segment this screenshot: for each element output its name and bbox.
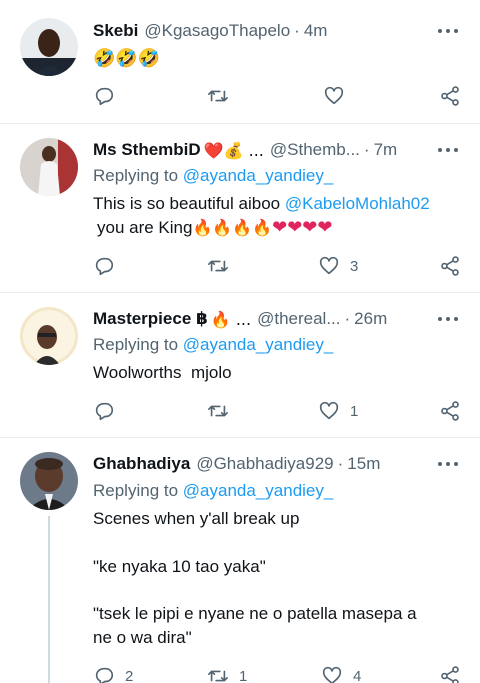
tweet-text-line: Scenes when y'all break up: [93, 509, 300, 528]
replying-to-link[interactable]: @ayanda_yandiey_: [183, 166, 334, 185]
more-icon[interactable]: [438, 23, 458, 39]
timestamp[interactable]: 15m: [347, 454, 380, 474]
tweet-text: you are King: [97, 218, 193, 237]
share-button[interactable]: [439, 400, 461, 422]
user-handle[interactable]: @Sthemb...: [270, 140, 360, 160]
reply-icon: [95, 402, 114, 421]
like-button[interactable]: [323, 85, 345, 107]
replying-to-link[interactable]: @ayanda_yandiey_: [183, 481, 334, 500]
share-button[interactable]: [439, 85, 461, 107]
name-emoji: ❤️💰 ...: [203, 140, 264, 160]
separator-dot: ·: [337, 454, 344, 473]
reply-button[interactable]: [93, 85, 115, 107]
replying-to-link[interactable]: @ayanda_yandiey_: [183, 335, 334, 354]
avatar[interactable]: [20, 138, 78, 196]
display-name[interactable]: Ms SthembiD: [93, 140, 201, 160]
reply-count: 2: [125, 667, 134, 683]
tweet-text-line: "ke nyaka 10 tao yaka": [93, 557, 266, 576]
replying-to: Replying to @ayanda_yandiey_: [93, 481, 333, 501]
like-button[interactable]: 3: [318, 255, 358, 277]
retweet-button[interactable]: [207, 255, 229, 277]
replying-label: Replying to: [93, 481, 179, 500]
tweet-text-line: This is so beautiful aiboo @KabeloMohlah…: [93, 192, 430, 216]
avatar[interactable]: [20, 307, 78, 365]
action-bar: 3: [93, 255, 465, 277]
retweet-button[interactable]: [207, 85, 229, 107]
tweet-text-line: ne o wa dira": [93, 628, 192, 647]
tweet-text-line: "tsek le pipi e nyane ne o patella masep…: [93, 604, 417, 623]
avatar[interactable]: [20, 18, 78, 76]
like-button[interactable]: 4: [321, 665, 361, 683]
tweet-text-line: you are King🔥🔥🔥🔥❤❤❤❤: [93, 216, 332, 240]
action-bar: 1: [93, 400, 465, 422]
like-icon: [322, 666, 342, 683]
reply-icon: [95, 257, 114, 276]
replying-to: Replying to @ayanda_yandiey_: [93, 166, 333, 186]
share-icon: [441, 256, 459, 276]
like-icon: [324, 86, 344, 105]
more-icon[interactable]: [438, 456, 458, 472]
reply-button[interactable]: 2: [93, 665, 133, 683]
retweet-button[interactable]: 1: [207, 665, 247, 683]
retweet-icon: [208, 670, 228, 682]
thread-line: [48, 516, 50, 683]
reply-button[interactable]: [93, 400, 115, 422]
like-count: 3: [350, 257, 359, 275]
like-count: 1: [350, 402, 359, 420]
reply-icon: [95, 667, 114, 683]
user-handle[interactable]: @Ghabhadiya929: [196, 454, 333, 474]
tweet-skebi[interactable]: Skebi @KgasagoThapelo · 4m 🤣🤣🤣: [0, 0, 480, 124]
share-button[interactable]: [439, 665, 461, 683]
replying-label: Replying to: [93, 166, 179, 185]
retweet-button[interactable]: [207, 400, 229, 422]
share-icon: [441, 666, 459, 683]
avatar[interactable]: [20, 452, 78, 510]
like-icon: [319, 401, 339, 420]
like-button[interactable]: 1: [318, 400, 358, 422]
separator-dot: ·: [363, 140, 370, 159]
tweet-ms-sthembid[interactable]: Ms SthembiD ❤️💰 ... @Sthemb... · 7m Repl…: [0, 124, 480, 293]
action-bar: [93, 85, 465, 107]
share-button[interactable]: [439, 255, 461, 277]
reply-button[interactable]: [93, 255, 115, 277]
tweet-text: 🤣🤣🤣: [93, 48, 161, 69]
timestamp[interactable]: 7m: [374, 140, 398, 160]
like-count: 4: [353, 667, 362, 683]
replying-to: Replying to @ayanda_yandiey_: [93, 335, 333, 355]
like-icon: [319, 256, 339, 275]
more-icon[interactable]: [438, 311, 458, 327]
tweet-text: Woolworths mjolo: [93, 363, 232, 382]
share-icon: [441, 401, 459, 421]
separator-dot: ·: [294, 21, 300, 40]
tweet-text: This is so beautiful aiboo: [93, 194, 281, 213]
retweet-count: 1: [239, 667, 248, 683]
more-icon[interactable]: [438, 142, 458, 158]
display-name[interactable]: Ghabhadiya: [93, 454, 190, 474]
retweet-icon: [208, 260, 228, 272]
name-emoji: 🔥 ...: [210, 309, 252, 329]
heart-emojis: ❤❤❤❤: [272, 217, 333, 238]
tweet-ghabhadiya[interactable]: Ghabhadiya @Ghabhadiya929 · 15m Replying…: [0, 438, 480, 683]
action-bar: 2 1 4: [93, 665, 465, 683]
display-name[interactable]: Masterpiece ฿: [93, 309, 208, 329]
retweet-icon: [208, 90, 228, 102]
user-handle[interactable]: @KgasagoThapelo: [144, 21, 290, 41]
replying-label: Replying to: [93, 335, 179, 354]
timestamp[interactable]: 4m: [304, 21, 328, 41]
timestamp[interactable]: 26m: [354, 309, 387, 329]
fire-emojis: 🔥🔥🔥🔥: [192, 218, 273, 237]
display-name[interactable]: Skebi: [93, 21, 138, 41]
share-icon: [441, 86, 459, 106]
separator-dot: ·: [344, 309, 351, 328]
user-handle[interactable]: @thereal...: [257, 309, 340, 329]
tweet-masterpiece[interactable]: Masterpiece ฿ 🔥 ... @thereal... · 26m Re…: [0, 293, 480, 438]
retweet-icon: [208, 405, 228, 417]
reply-icon: [95, 87, 114, 106]
mention-link[interactable]: @KabeloMohlah02: [285, 194, 430, 213]
